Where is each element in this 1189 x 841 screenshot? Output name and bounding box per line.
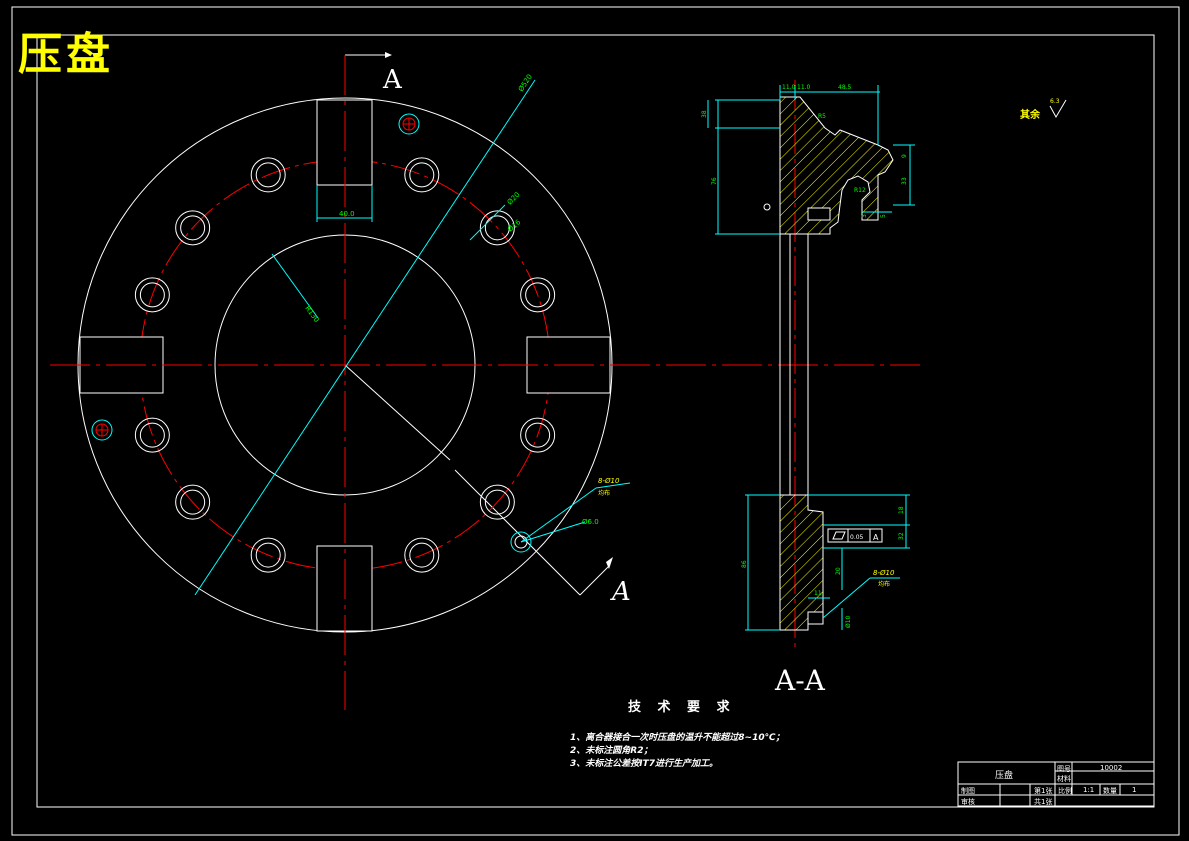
dim-bot-h2: 32 — [898, 532, 905, 540]
tech-req-line-2: 2、未标注圆角R2； — [570, 746, 653, 756]
dim-top-w2: 11.0 — [797, 84, 811, 91]
dim-bot-h4: 20 — [835, 567, 842, 575]
bolt-hole — [404, 157, 440, 193]
dim-hole-dia: Ø20 — [506, 191, 522, 207]
tech-req-line-1: 1、离合器接合一次时压盘的温升不能超过8~10℃； — [570, 733, 785, 743]
dim-slot-width: 40.0 — [339, 210, 355, 218]
section-label: A-A — [774, 664, 826, 697]
tb-checked-label: 审核 — [961, 798, 975, 806]
section-view: 38 76 11.0 11.0 48.5 R5 R12 9 33 3 5 86 … — [701, 80, 915, 697]
dim-small-hole-note: 均布 — [598, 489, 610, 497]
top-slot — [807, 207, 831, 221]
roughness-value: 6.3 — [1050, 98, 1060, 105]
outer-border — [11, 6, 1180, 836]
tb-drawing-no-label: 图号 — [1057, 765, 1071, 773]
dim-bot-dia: Ø10 — [845, 615, 852, 628]
dim-v1: 9 — [901, 154, 908, 158]
cut-arrow-top — [385, 52, 392, 58]
surface-symbol — [763, 203, 771, 211]
cut-label-bottom: A — [610, 577, 631, 607]
flatness-icon — [832, 531, 846, 540]
sec-bot-leader — [822, 577, 871, 619]
tb-material-label: 材料 — [1057, 775, 1071, 783]
tech-req-line-3: 3、未标注公差按IT7进行生产加工。 — [570, 759, 719, 769]
bottom-hole — [807, 611, 824, 625]
dim-top-w1: 11.0 — [782, 84, 796, 91]
cut-arrow-bottom — [606, 557, 613, 569]
dim-top-w3: 48.5 — [838, 84, 852, 91]
section-top — [779, 96, 894, 235]
roughness-note: 其余 — [1020, 108, 1041, 121]
tb-scale: 1:1 — [1083, 786, 1095, 794]
dim-small-hole: 8-Ø10 — [598, 477, 620, 485]
dim-v2: 33 — [901, 177, 908, 185]
tech-req-title: 技 术 要 求 — [628, 700, 736, 715]
inner-border — [36, 34, 1155, 808]
tb-drawn-label: 制图 — [961, 787, 975, 795]
tb-page-label: 第1张 — [1034, 787, 1053, 795]
dim-bot-h1: 18 — [898, 506, 905, 514]
cut-label-top: A — [382, 65, 403, 95]
tb-total-label: 共1张 — [1034, 798, 1053, 806]
dim-bot-w: 11 — [814, 590, 822, 597]
cut-line-bottom2 — [579, 564, 611, 596]
dim-v3: 3 — [861, 214, 868, 218]
dim-inner-radius: R130 — [303, 304, 320, 323]
tb-scale-label: 比例 — [1058, 787, 1072, 795]
drawing-title: 压盘 — [18, 29, 114, 80]
dim-h2: 76 — [711, 177, 718, 185]
drawing-sheet: A A Ø520 40.0 R130 Ø20 Ø16 8-Ø10 均布 Ø6.0… — [11, 6, 1180, 836]
small-hole-2 — [91, 419, 113, 441]
inner-diag — [344, 364, 451, 461]
tb-drawing-no: 10002 — [1100, 764, 1123, 772]
small-hole-leader3 — [520, 521, 586, 543]
section-bottom — [779, 494, 824, 631]
dim-bot-h3: 86 — [741, 560, 748, 568]
title-block — [957, 761, 1155, 807]
dim-small-hole-depth: Ø6.0 — [582, 518, 599, 526]
dim-outer-dia: Ø520 — [517, 73, 534, 93]
small-hole-leader — [520, 487, 597, 543]
tol-value: 0.05 — [850, 534, 864, 541]
dim-v4: 5 — [880, 214, 887, 218]
tb-qty-label: 数量 — [1103, 787, 1117, 795]
dim-bot-hole-note: 均布 — [878, 580, 890, 588]
small-hole-1 — [398, 113, 420, 135]
dim-h1: 38 — [701, 110, 708, 118]
dim-r1: R5 — [818, 113, 826, 120]
dim-r2: R12 — [854, 187, 866, 194]
tb-qty: 1 — [1132, 786, 1137, 794]
tol-datum: A — [873, 533, 879, 542]
tb-part-name: 压盘 — [995, 771, 1014, 781]
dim-bot-hole: 8-Ø10 — [873, 569, 895, 577]
